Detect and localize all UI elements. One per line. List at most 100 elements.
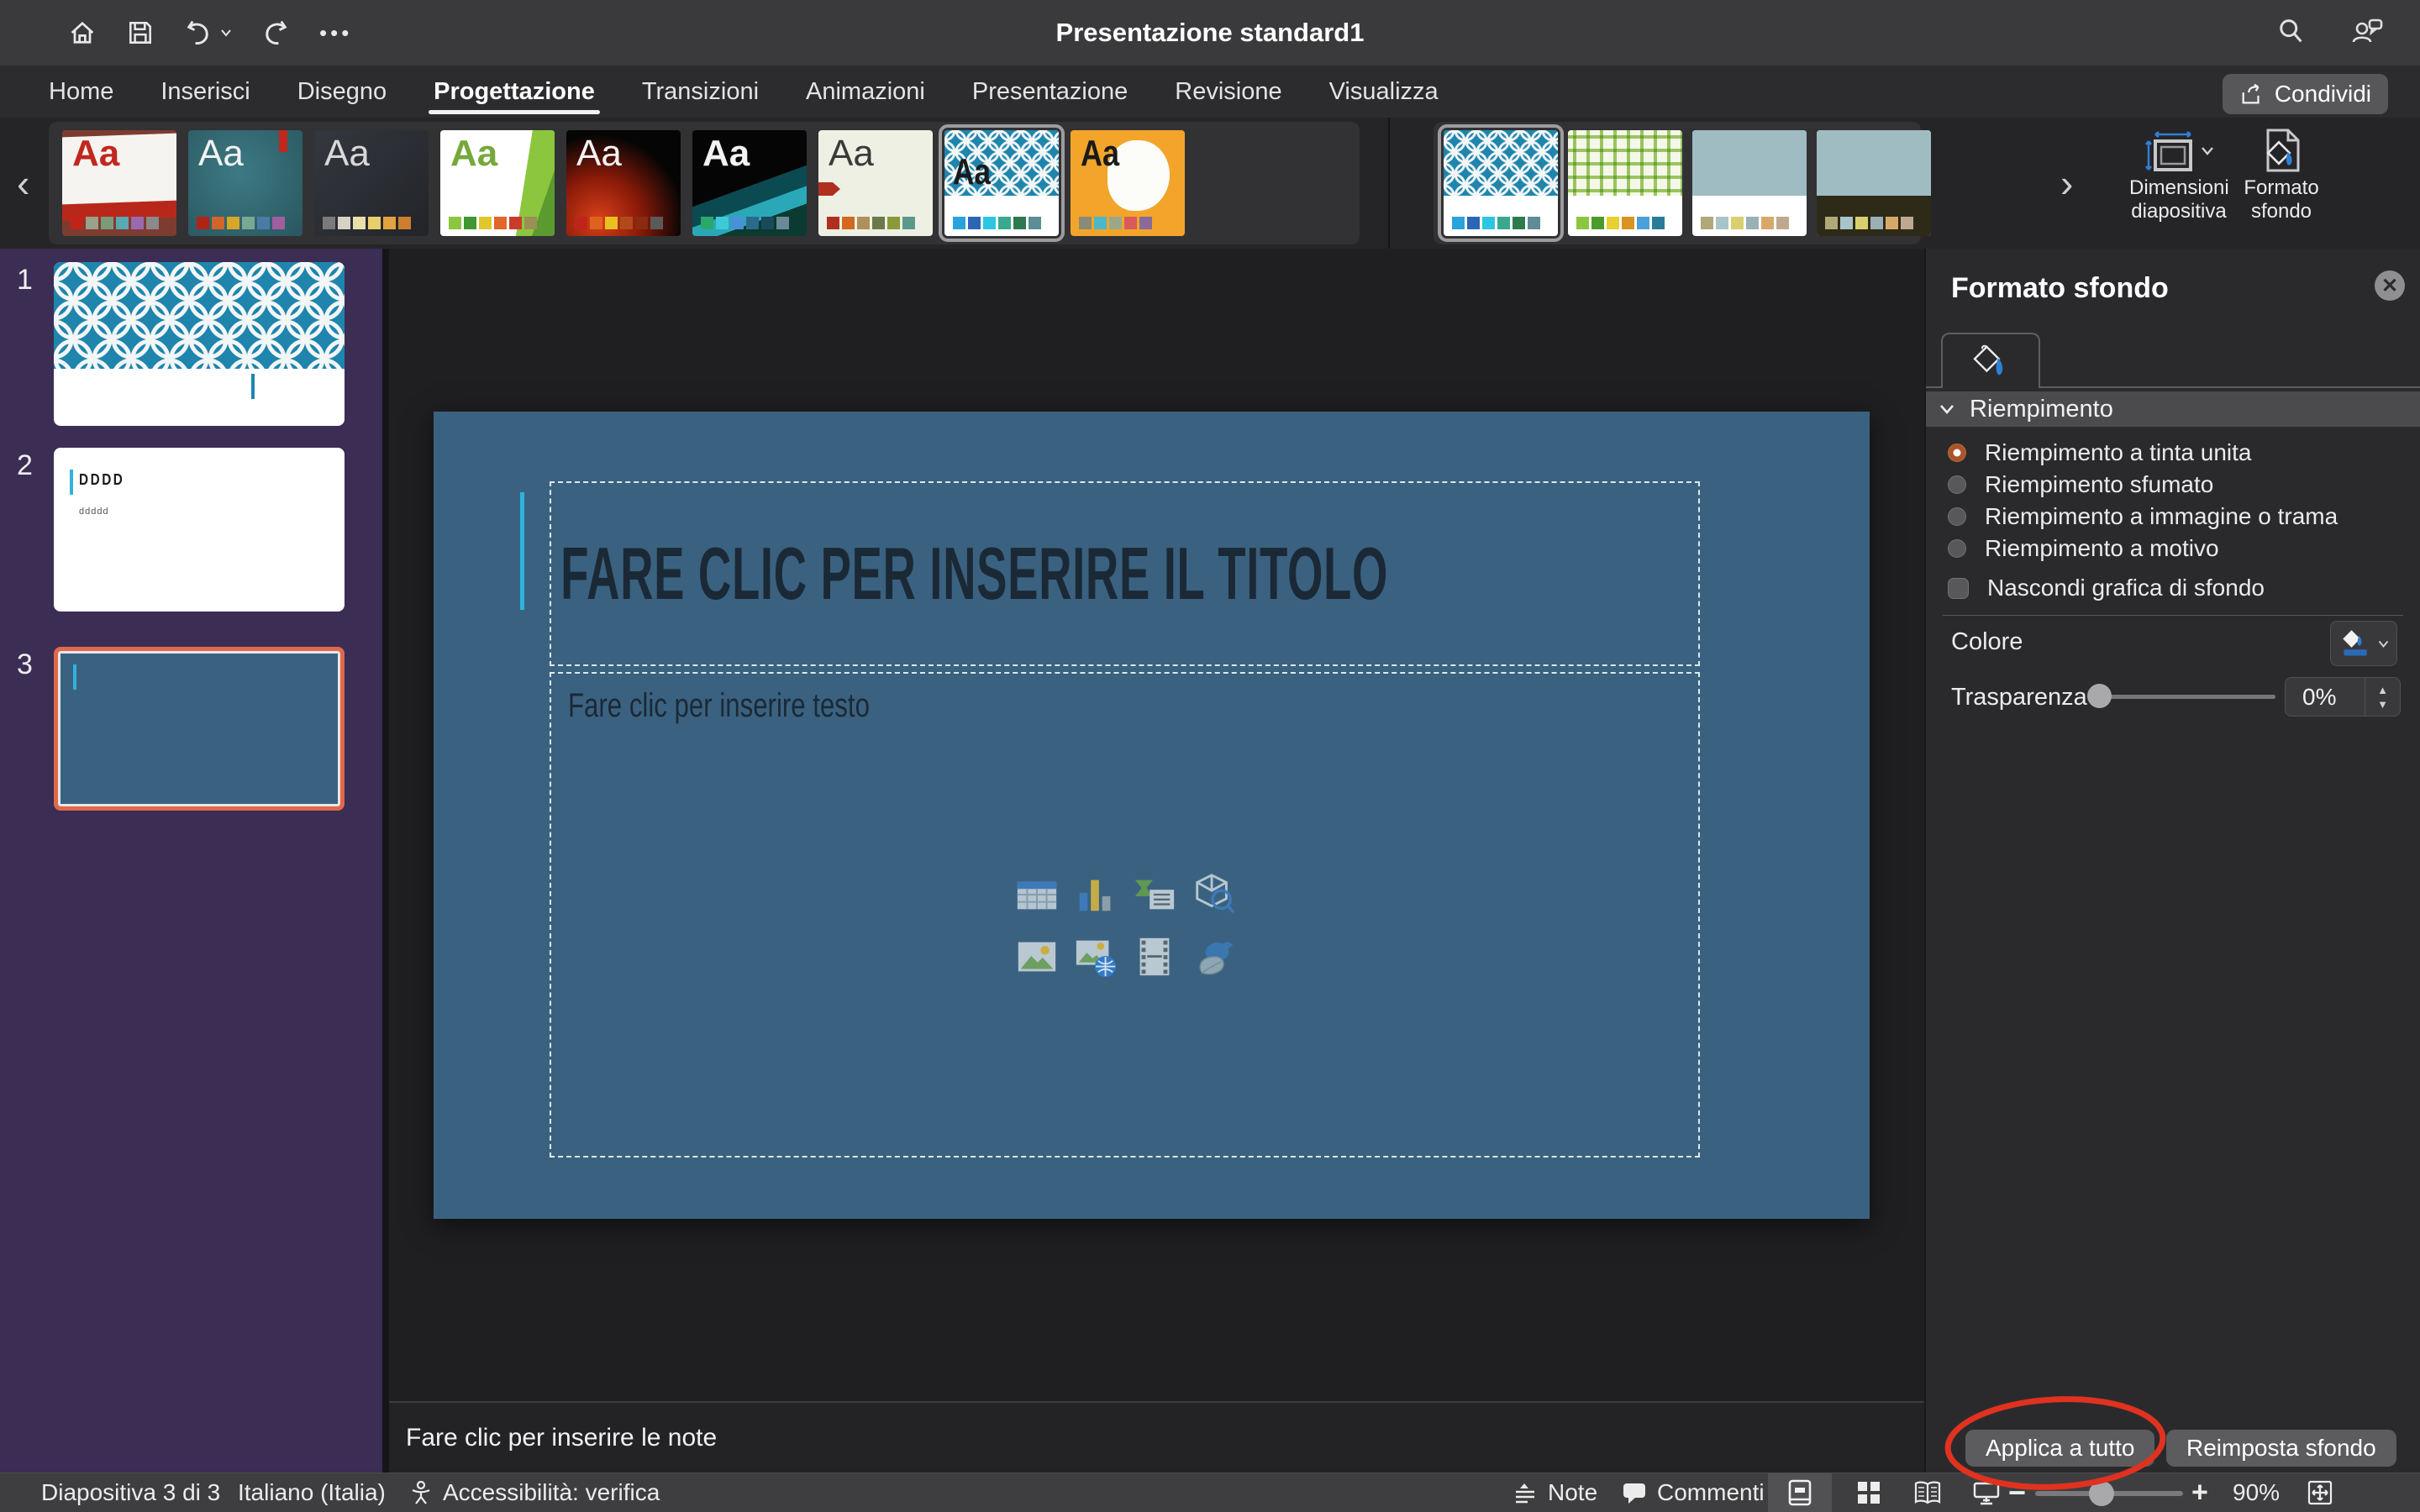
close-icon[interactable]: ✕: [2375, 270, 2405, 301]
theme-thumbnail-9[interactable]: Aa: [1071, 130, 1185, 236]
powerpoint-window: ••• Presentazione standard1 HomeInserisc…: [0, 0, 2420, 1512]
tab-revisione[interactable]: Revisione: [1151, 66, 1305, 118]
undo-icon[interactable]: [183, 18, 232, 48]
apply-to-all-button[interactable]: Applica a tutto: [1965, 1430, 2154, 1467]
theme-aa-label: Aa: [576, 135, 622, 172]
content-placeholder[interactable]: Fare clic per inserire testo: [550, 672, 1700, 1158]
tab-progettazione[interactable]: Progettazione: [410, 66, 618, 118]
comments-icon: [1622, 1481, 1647, 1504]
variant-thumbnail-4[interactable]: [1817, 130, 1931, 236]
slide-size-button[interactable]: Dimensioni diapositiva: [2129, 124, 2228, 223]
slide-editing-area[interactable]: FARE CLIC PER INSERIRE IL TITOLO Fare cl…: [434, 412, 1870, 1219]
zoom-in-button[interactable]: +: [2191, 1477, 2208, 1509]
insert-table-icon[interactable]: [1013, 870, 1061, 919]
hide-background-graphics-checkbox[interactable]: Nascondi grafica di sfondo: [1948, 575, 2265, 601]
fit-to-window-button[interactable]: [2307, 1479, 2333, 1506]
theme-aa-label: Aa: [702, 135, 750, 172]
theme-color-swatches: [953, 217, 1041, 229]
insert-smartart-icon[interactable]: [1130, 870, 1179, 919]
document-title: Presentazione standard1: [1056, 18, 1365, 48]
theme-thumbnail-6[interactable]: Aa: [692, 130, 807, 236]
reading-view-button[interactable]: [1896, 1473, 1960, 1512]
fill-option-1[interactable]: Riempimento a tinta unita: [1948, 437, 2338, 469]
theme-thumbnail-5[interactable]: Aa: [566, 130, 681, 236]
gallery-scroll-left-icon[interactable]: ‹: [17, 164, 29, 202]
insert-picture-icon[interactable]: [1013, 932, 1061, 981]
tab-presentazione[interactable]: Presentazione: [949, 66, 1151, 118]
paint-bucket-color-icon: [2339, 627, 2373, 660]
slide-size-label: Dimensioni diapositiva: [2129, 176, 2228, 223]
zoom-slider-thumb[interactable]: [2089, 1481, 2114, 1506]
normal-view-button[interactable]: [1768, 1473, 1832, 1512]
theme-thumbnail-4[interactable]: Aa: [440, 130, 555, 236]
insert-stock-icons-icon[interactable]: [1189, 932, 1238, 981]
editing-canvas: FARE CLIC PER INSERIRE IL TITOLO Fare cl…: [389, 249, 1924, 1401]
theme-thumbnail-3[interactable]: Aa: [314, 130, 429, 236]
zoom-out-button[interactable]: −: [2008, 1475, 2026, 1510]
fill-option-4[interactable]: Riempimento a motivo: [1948, 533, 2338, 564]
tab-disegno[interactable]: Disegno: [274, 66, 410, 118]
paint-bucket-icon: [1970, 341, 2011, 381]
search-icon[interactable]: [2275, 16, 2306, 50]
insert-3d-model-icon[interactable]: [1189, 870, 1238, 919]
fill-option-label: Riempimento a immagine o trama: [1985, 503, 2338, 530]
tab-transizioni[interactable]: Transizioni: [618, 66, 782, 118]
slide-thumbnail-2[interactable]: DDDD ddddd: [54, 448, 345, 612]
presence-comments-icon[interactable]: [2349, 15, 2385, 51]
transparency-slider-track[interactable]: [2094, 695, 2275, 699]
slide-counter[interactable]: Diapositiva 3 di 3: [41, 1479, 220, 1506]
zoom-level[interactable]: 90%: [2233, 1479, 2280, 1506]
more-commands-icon[interactable]: •••: [319, 20, 352, 46]
theme-thumbnail-8[interactable]: Aa: [944, 130, 1059, 236]
slide-sorter-view-button[interactable]: [1837, 1473, 1901, 1512]
format-background-button[interactable]: Formato sfondo: [2232, 124, 2331, 223]
insert-online-picture-icon[interactable]: [1071, 932, 1120, 981]
theme-aa-label: Aa: [953, 154, 991, 191]
title-placeholder[interactable]: FARE CLIC PER INSERIRE IL TITOLO: [550, 481, 1700, 666]
tab-inserisci[interactable]: Inserisci: [137, 66, 273, 118]
variant-thumbnail-3[interactable]: [1692, 130, 1807, 236]
fill-tab[interactable]: [1941, 333, 2040, 388]
radio-icon: [1948, 475, 1966, 494]
accessibility-status[interactable]: Accessibilità: verifica: [409, 1479, 660, 1506]
fill-option-2[interactable]: Riempimento sfumato: [1948, 469, 2338, 501]
variant-thumbnail-1[interactable]: [1444, 130, 1558, 236]
transparency-slider-thumb[interactable]: [2087, 684, 2112, 708]
theme-thumbnail-2[interactable]: Aa: [188, 130, 302, 236]
theme-thumbnail-1[interactable]: Aa: [62, 130, 176, 236]
tab-animazioni[interactable]: Animazioni: [782, 66, 949, 118]
tab-home[interactable]: Home: [25, 66, 137, 118]
text-cursor: [70, 470, 73, 495]
checkbox-icon: [1948, 578, 1969, 599]
language-indicator[interactable]: Italiano (Italia): [238, 1479, 386, 1506]
accessibility-label: Accessibilità: verifica: [443, 1479, 660, 1506]
comments-toggle[interactable]: Commenti: [1622, 1479, 1765, 1506]
redo-icon[interactable]: [260, 18, 291, 48]
tab-visualizza[interactable]: Visualizza: [1306, 66, 1462, 118]
notes-icon: [1512, 1482, 1538, 1504]
spinner-arrows-icon[interactable]: ▲▼: [2365, 678, 2400, 716]
fill-option-3[interactable]: Riempimento a immagine o trama: [1948, 501, 2338, 533]
slide-thumbnail-1[interactable]: [54, 262, 345, 426]
insert-video-icon[interactable]: [1130, 932, 1179, 981]
theme-color-swatches: [323, 217, 411, 229]
theme-thumbnail-7[interactable]: Aa: [818, 130, 933, 236]
color-picker-button[interactable]: [2330, 621, 2397, 666]
notes-placeholder: Fare clic per inserire le note: [389, 1424, 717, 1452]
slide-thumbnail-3[interactable]: [54, 647, 345, 811]
chevron-down-icon: [1939, 404, 1954, 414]
insert-chart-icon[interactable]: [1071, 870, 1120, 919]
format-background-panel: Formato sfondo ✕ Riempimento Riempimento…: [1924, 249, 2420, 1473]
notes-area[interactable]: Fare clic per inserire le note: [389, 1401, 1924, 1473]
theme-aa-label: Aa: [829, 135, 874, 172]
fill-section-header[interactable]: Riempimento: [1926, 391, 2420, 427]
save-icon[interactable]: [126, 18, 155, 47]
text-cursor: [73, 664, 76, 690]
share-button[interactable]: Condividi: [2223, 74, 2388, 114]
home-icon[interactable]: [67, 18, 97, 48]
notes-toggle[interactable]: Note: [1512, 1479, 1597, 1506]
gallery-scroll-right-icon[interactable]: ›: [2060, 164, 2073, 202]
variant-thumbnail-2[interactable]: [1568, 130, 1682, 236]
reset-background-button[interactable]: Reimposta sfondo: [2166, 1430, 2396, 1467]
transparency-spinbox[interactable]: 0% ▲▼: [2285, 677, 2401, 717]
